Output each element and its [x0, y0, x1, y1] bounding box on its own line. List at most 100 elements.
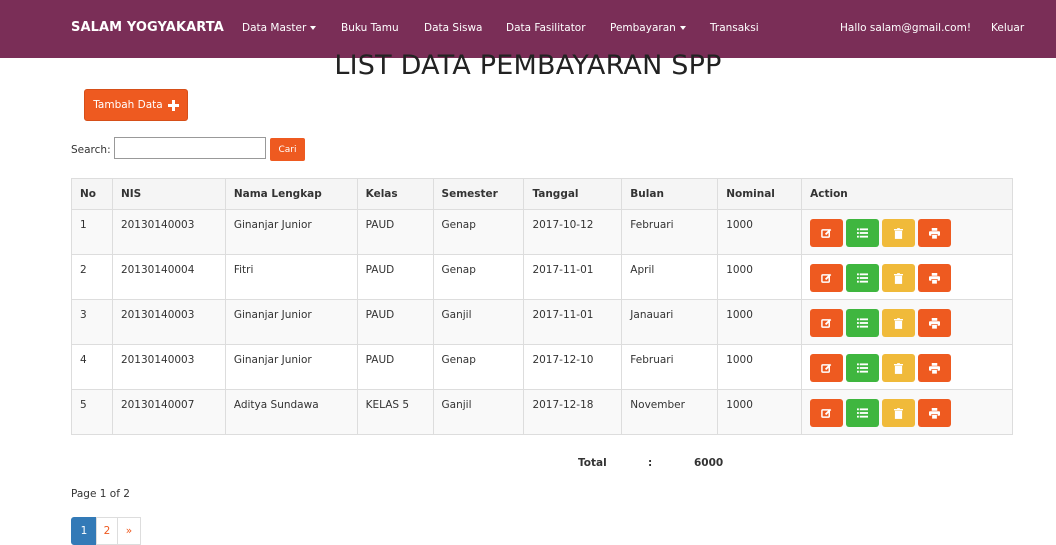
table-row: 2 20130140004 Fitri PAUD Genap 2017-11-01 Apri…: [71, 254, 1013, 300]
print-button[interactable]: [918, 354, 952, 382]
edit-icon: [821, 318, 832, 329]
cell-semester: Ganjil: [432, 299, 525, 345]
total-separator: :: [648, 457, 653, 469]
cell-tanggal: 2017-12-18: [523, 389, 623, 435]
page-1-button[interactable]: 1: [71, 517, 97, 545]
nav-data-siswa[interactable]: Data Siswa: [424, 22, 482, 34]
logout-link[interactable]: Keluar: [991, 22, 1024, 34]
nav-buku-tamu[interactable]: Buku Tamu: [341, 22, 399, 34]
column-header-action: Action: [801, 178, 1013, 210]
trash-icon: [894, 407, 904, 419]
cell-no: 1: [71, 209, 113, 255]
pagination: 1 2 »: [71, 517, 141, 545]
search-label: Search:: [71, 144, 111, 156]
page-2-button[interactable]: 2: [96, 517, 118, 545]
search-button[interactable]: Cari: [270, 138, 305, 161]
page-info: Page 1 of 2: [71, 488, 130, 500]
column-header-tanggal: Tanggal: [523, 178, 623, 210]
cell-nis: 20130140007: [111, 389, 226, 435]
edit-button[interactable]: [810, 219, 844, 247]
column-header-nis: NIS: [111, 178, 226, 210]
cell-semester: Ganjil: [432, 389, 525, 435]
table-row: 3 20130140003 Ginanjar Junior PAUD Ganjil 201…: [71, 299, 1013, 345]
detail-button[interactable]: [846, 354, 880, 382]
delete-button[interactable]: [882, 309, 916, 337]
next-page-button[interactable]: »: [117, 517, 141, 545]
trash-icon: [894, 362, 904, 374]
user-greeting[interactable]: Hallo salam@gmail.com!: [840, 22, 971, 34]
cell-nis: 20130140003: [111, 209, 226, 255]
cell-kelas: PAUD: [356, 299, 434, 345]
list-icon: [857, 318, 869, 328]
total-value: 6000: [694, 457, 724, 469]
brand-logo-text[interactable]: SALAM YOGYAKARTA: [71, 20, 224, 35]
detail-button[interactable]: [846, 399, 880, 427]
cell-action: [801, 389, 1013, 435]
add-data-button[interactable]: Tambah Data: [84, 89, 188, 121]
add-data-label: Tambah Data: [93, 99, 163, 111]
edit-button[interactable]: [810, 399, 844, 427]
cell-tanggal: 2017-10-12: [523, 209, 623, 255]
cell-kelas: PAUD: [356, 254, 434, 300]
edit-button[interactable]: [810, 264, 844, 292]
print-icon: [929, 227, 941, 239]
edit-button[interactable]: [810, 309, 844, 337]
search-input[interactable]: [114, 137, 266, 159]
print-icon: [929, 317, 941, 329]
print-button[interactable]: [918, 399, 952, 427]
nav-data-master[interactable]: Data Master: [242, 22, 317, 34]
cell-nama: Ginanjar Junior: [224, 344, 358, 390]
edit-icon: [821, 363, 832, 374]
print-icon: [929, 407, 941, 419]
cell-nominal: 1000: [717, 254, 803, 300]
list-icon: [857, 273, 869, 283]
cell-semester: Genap: [432, 209, 525, 255]
edit-button[interactable]: [810, 354, 844, 382]
cell-bulan: Februari: [621, 209, 719, 255]
edit-icon: [821, 408, 832, 419]
cell-nominal: 1000: [717, 209, 803, 255]
nav-transaksi[interactable]: Transaksi: [710, 22, 759, 34]
detail-button[interactable]: [846, 309, 880, 337]
column-header-bulan: Bulan: [621, 178, 719, 210]
table-row: 5 20130140007 Aditya Sundawa KELAS 5 Ganjil 2…: [71, 389, 1013, 435]
page-title: LIST DATA PEMBAYARAN SPP: [334, 50, 722, 81]
column-header-no: No: [71, 178, 113, 210]
detail-button[interactable]: [846, 264, 880, 292]
cell-no: 4: [71, 344, 113, 390]
cell-no: 3: [71, 299, 113, 345]
cell-no: 5: [71, 389, 113, 435]
cell-bulan: November: [621, 389, 719, 435]
column-header-nominal: Nominal: [717, 178, 803, 210]
list-icon: [857, 408, 869, 418]
cell-nama: Fitri: [224, 254, 358, 300]
cell-nis: 20130140004: [111, 254, 226, 300]
table-body: 1 20130140003 Ginanjar Junior PAUD Genap 2017…: [71, 209, 1013, 435]
cell-nominal: 1000: [717, 344, 803, 390]
cell-nominal: 1000: [717, 389, 803, 435]
detail-button[interactable]: [846, 219, 880, 247]
edit-icon: [821, 228, 832, 239]
delete-button[interactable]: [882, 354, 916, 382]
table-header-row: No NIS Nama Lengkap Kelas Semester Tangg…: [71, 178, 1013, 210]
print-button[interactable]: [918, 309, 952, 337]
print-button[interactable]: [918, 264, 952, 292]
print-icon: [929, 272, 941, 284]
nav-pembayaran[interactable]: Pembayaran: [610, 22, 686, 34]
print-button[interactable]: [918, 219, 952, 247]
cell-nis: 20130140003: [111, 299, 226, 345]
delete-button[interactable]: [882, 264, 916, 292]
cell-tanggal: 2017-12-10: [523, 344, 623, 390]
cell-action: [801, 209, 1013, 255]
nav-data-fasilitator[interactable]: Data Fasilitator: [506, 22, 586, 34]
delete-button[interactable]: [882, 399, 916, 427]
row-actions: [810, 354, 1012, 382]
caret-down-icon: [310, 26, 317, 30]
cell-kelas: PAUD: [356, 209, 434, 255]
cell-no: 2: [71, 254, 113, 300]
nav-label: Data Master: [242, 22, 307, 34]
cell-kelas: KELAS 5: [356, 389, 434, 435]
edit-icon: [821, 273, 832, 284]
delete-button[interactable]: [882, 219, 916, 247]
column-header-semester: Semester: [432, 178, 525, 210]
